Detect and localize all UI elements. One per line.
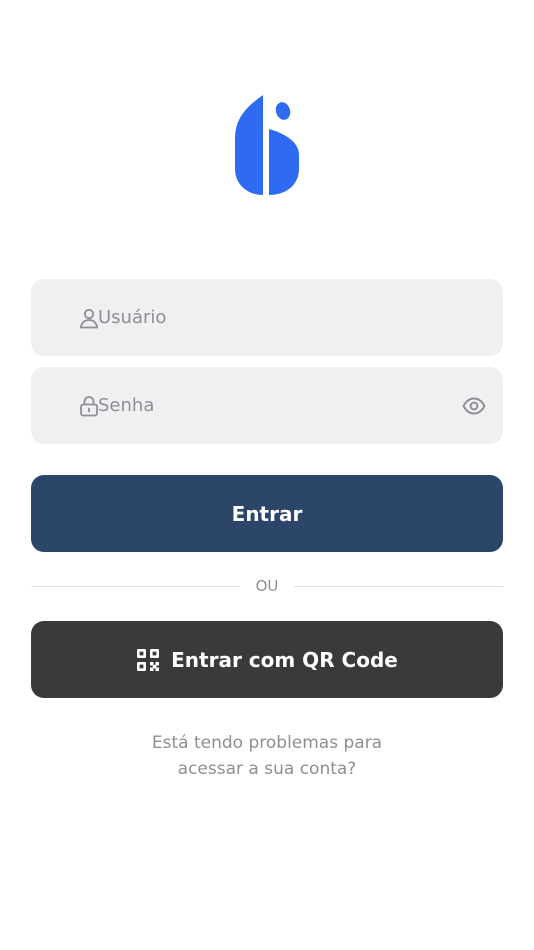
password-field[interactable] xyxy=(31,367,503,444)
username-input[interactable] xyxy=(98,279,447,356)
login-screen: Entrar OU Entrar com QR Code Está xyxy=(0,0,534,950)
brand-logo-icon xyxy=(232,93,302,197)
qr-login-button[interactable]: Entrar com QR Code xyxy=(31,621,503,698)
help-line-1: Está tendo problemas para xyxy=(151,733,383,753)
username-field[interactable] xyxy=(31,279,503,356)
password-input[interactable] xyxy=(98,367,447,444)
login-button[interactable]: Entrar xyxy=(31,475,503,552)
account-help-link[interactable]: Está tendo problemas para acessar a sua … xyxy=(31,730,503,782)
qr-code-icon xyxy=(136,648,160,672)
divider-label: OU xyxy=(255,577,279,595)
qr-login-label: Entrar com QR Code xyxy=(171,647,398,672)
help-line-2: acessar a sua conta? xyxy=(177,759,357,779)
divider-line-left xyxy=(31,585,240,587)
login-button-label: Entrar xyxy=(231,501,303,526)
or-divider: OU xyxy=(31,575,504,597)
eye-icon[interactable] xyxy=(461,393,487,419)
divider-line-right xyxy=(294,585,504,587)
